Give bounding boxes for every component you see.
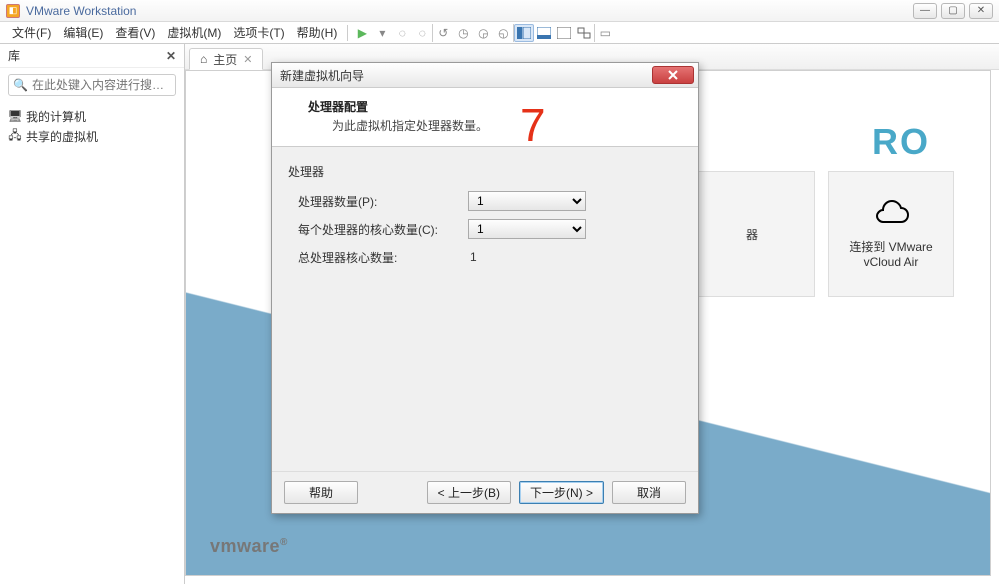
dialog-close-button[interactable] [652, 66, 694, 84]
view-fullscreen-icon[interactable] [554, 24, 574, 42]
dialog-body: 处理器 处理器数量(P): 1 每个处理器的核心数量(C): 1 总处理器核心数… [272, 147, 698, 471]
pro-label: RO [872, 121, 930, 163]
field-label: 总处理器核心数量: [288, 249, 468, 266]
toolbar-icon[interactable]: ◌ [412, 23, 432, 43]
menu-file[interactable]: 文件(F) [6, 22, 57, 43]
help-button[interactable]: 帮助 [284, 481, 358, 504]
new-vm-wizard-dialog: 新建虚拟机向导 处理器配置 为此虚拟机指定处理器数量。 处理器 处理器数量(P)… [271, 62, 699, 514]
sidebar-title: 库 [8, 47, 20, 64]
home-icon: ⌂ [200, 52, 207, 66]
dialog-footer: 帮助 < 上一步(B) 下一步(N) > 取消 [272, 471, 698, 513]
menu-tabs[interactable]: 选项卡(T) [227, 22, 290, 43]
close-icon [667, 70, 679, 80]
search-icon: 🔍 [13, 78, 28, 92]
dialog-header-title: 处理器配置 [308, 98, 682, 115]
dialog-header-subtitle: 为此虚拟机指定处理器数量。 [308, 117, 682, 134]
cancel-button[interactable]: 取消 [612, 481, 686, 504]
tree-label: 我的计算机 [26, 108, 86, 125]
sidebar-close-icon[interactable]: ✕ [166, 49, 176, 63]
window-controls: — ▢ ✕ [913, 3, 993, 19]
tile-partial[interactable]: 器 [689, 171, 815, 297]
next-button[interactable]: 下一步(N) > [519, 481, 604, 504]
search-input[interactable] [32, 78, 187, 92]
dialog-header: 处理器配置 为此虚拟机指定处理器数量。 [272, 88, 698, 147]
menubar: 文件(F) 编辑(E) 查看(V) 虚拟机(M) 选项卡(T) 帮助(H) ▶ … [0, 22, 999, 44]
minimize-button[interactable]: — [913, 3, 937, 19]
menu-separator [347, 25, 348, 41]
manage-snap-icon[interactable]: ◷ [453, 23, 473, 43]
field-cores-per-processor: 每个处理器的核心数量(C): 1 [288, 216, 682, 242]
view-library-icon[interactable] [514, 24, 534, 42]
dropdown-icon[interactable]: ▾ [372, 23, 392, 43]
titlebar: ◧ VMware Workstation — ▢ ✕ [0, 0, 999, 22]
tree-item-shared-vms[interactable]: 🖧 共享的虚拟机 [8, 126, 176, 146]
sidebar-search[interactable]: 🔍 ▼ [8, 74, 176, 96]
menu-vm[interactable]: 虚拟机(M) [161, 22, 227, 43]
tree-item-my-computer[interactable]: 🖥 我的计算机 [8, 106, 176, 126]
view-unity-icon[interactable] [574, 24, 594, 42]
sidebar-tree: 🖥 我的计算机 🖧 共享的虚拟机 [0, 102, 184, 150]
close-button[interactable]: ✕ [969, 3, 993, 19]
revert-icon[interactable]: ↺ [433, 23, 453, 43]
menu-view[interactable]: 查看(V) [109, 22, 161, 43]
maximize-button[interactable]: ▢ [941, 3, 965, 19]
field-label: 处理器数量(P): [288, 193, 468, 210]
play-icon[interactable]: ▶ [352, 23, 372, 43]
field-processor-count: 处理器数量(P): 1 [288, 188, 682, 214]
tile-vcloud-air[interactable]: 连接到 VMware vCloud Air [828, 171, 954, 297]
processor-count-select[interactable]: 1 [468, 191, 586, 211]
shared-vm-icon: 🖧 [8, 129, 22, 143]
sidebar-header: 库 ✕ [0, 44, 184, 68]
app-name: VMware Workstation [26, 4, 136, 18]
cloud-icon [871, 200, 911, 228]
snapshot-icon[interactable]: ◌ [392, 23, 412, 43]
toolbar-icon-end[interactable]: ▭ [595, 23, 615, 43]
vmware-logo: vmware® [210, 536, 288, 557]
toolbar-icon-4[interactable]: ◵ [493, 23, 513, 43]
dialog-title: 新建虚拟机向导 [280, 67, 364, 84]
tab-close-icon[interactable]: ✕ [243, 53, 252, 66]
computer-icon: 🖥 [8, 109, 22, 123]
cores-per-processor-select[interactable]: 1 [468, 219, 586, 239]
total-cores-value: 1 [468, 250, 477, 264]
tree-label: 共享的虚拟机 [26, 128, 98, 145]
view-thumbnail-icon[interactable] [534, 24, 554, 42]
menu-help[interactable]: 帮助(H) [291, 22, 344, 43]
app-icon: ◧ [6, 4, 20, 18]
tile-label: 连接到 VMware vCloud Air [829, 238, 953, 269]
back-button[interactable]: < 上一步(B) [427, 481, 511, 504]
tab-label: 主页 [213, 51, 237, 68]
tile-label: 器 [746, 226, 758, 243]
sidebar: 库 ✕ 🔍 ▼ 🖥 我的计算机 🖧 共享的虚拟机 [0, 44, 185, 584]
tab-home[interactable]: ⌂ 主页 ✕ [189, 48, 263, 70]
group-label-processors: 处理器 [288, 163, 682, 180]
field-total-cores: 总处理器核心数量: 1 [288, 244, 682, 270]
take-snap-icon[interactable]: ◶ [473, 23, 493, 43]
field-label: 每个处理器的核心数量(C): [288, 221, 468, 238]
menu-edit[interactable]: 编辑(E) [57, 22, 109, 43]
dialog-titlebar[interactable]: 新建虚拟机向导 [272, 63, 698, 88]
